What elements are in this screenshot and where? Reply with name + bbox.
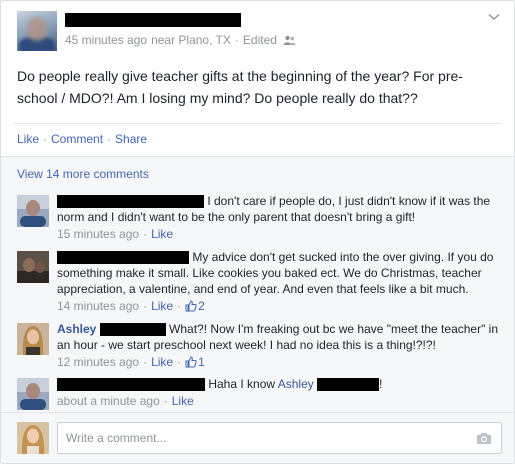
like-count-value: 2 (198, 299, 205, 313)
comment-like-count[interactable]: 2 (185, 298, 205, 314)
comment-like-button[interactable]: Like (151, 298, 173, 314)
camera-icon[interactable] (476, 431, 492, 445)
comment-time[interactable]: about a minute ago (57, 393, 160, 409)
post-header: 45 minutes ago near Plano, TX · Edited (13, 11, 502, 51)
mention-link[interactable]: Ashley (278, 377, 314, 391)
meta-separator: · (143, 299, 148, 313)
comment-body: Haha I know Ashley ! about a minute ago … (57, 376, 502, 409)
comment-meta: 12 minutes ago · Like · 1 (57, 354, 502, 370)
author-avatar[interactable] (17, 11, 57, 51)
commenter-name-redacted[interactable] (57, 251, 189, 265)
divider (13, 123, 502, 124)
divider (1, 412, 514, 413)
comment-input[interactable] (57, 422, 502, 454)
thumbs-up-icon (185, 356, 197, 368)
comment-text-prefix: Haha I know (208, 377, 276, 391)
chevron-down-icon[interactable] (486, 11, 502, 23)
meta-separator: · (234, 33, 239, 47)
comment-like-button[interactable]: Like (151, 226, 173, 242)
commenter-name-redacted[interactable] (57, 378, 205, 392)
divider (1, 156, 514, 157)
comment-like-button[interactable]: Like (151, 354, 173, 370)
meta-separator: · (143, 355, 148, 369)
post-meta: 45 minutes ago near Plano, TX · Edited (65, 33, 296, 47)
post-location[interactable]: near Plano, TX (151, 33, 231, 47)
friends-icon[interactable] (283, 35, 296, 46)
comment-time[interactable]: 14 minutes ago (57, 298, 139, 314)
commenter-name[interactable]: Ashley (57, 322, 96, 336)
author-name-redacted[interactable] (65, 13, 241, 27)
post-timestamp[interactable]: 45 minutes ago (65, 33, 147, 47)
meta-separator: · (163, 394, 168, 408)
commenter-avatar[interactable] (17, 195, 49, 227)
comment-body: I don't care if people do, I just didn't… (57, 193, 502, 242)
comment-time[interactable]: 12 minutes ago (57, 354, 139, 370)
comment-meta: 15 minutes ago · Like (57, 226, 502, 242)
commenter-surname-redacted[interactable] (99, 323, 166, 337)
action-separator: · (43, 132, 48, 146)
thumbs-up-icon (185, 300, 197, 312)
edited-label[interactable]: Edited (243, 33, 277, 47)
comment-button[interactable]: Comment (51, 132, 103, 146)
comment-body: My advice don't get sucked into the over… (57, 249, 502, 314)
viewer-avatar[interactable] (17, 422, 49, 454)
comment-body: Ashley What?! Now I'm freaking out bc we… (57, 321, 502, 370)
action-separator: · (107, 132, 112, 146)
post-card: 45 minutes ago near Plano, TX · Edited D… (0, 0, 515, 464)
comment-like-button[interactable]: Like (172, 393, 194, 409)
comments-section: View 14 more comments I don't care if pe… (1, 156, 514, 463)
like-button[interactable]: Like (17, 132, 39, 146)
post-actions: Like · Comment · Share (17, 132, 147, 146)
comment-meta: 14 minutes ago · Like · 2 (57, 298, 502, 314)
comment-text-suffix: ! (379, 377, 383, 391)
comment-like-count[interactable]: 1 (185, 354, 205, 370)
like-count-value: 1 (198, 355, 205, 369)
commenter-avatar[interactable] (17, 323, 49, 355)
meta-separator: · (177, 299, 182, 313)
commenter-name-redacted[interactable] (57, 195, 204, 209)
mention-surname-redacted[interactable] (317, 378, 380, 392)
commenter-avatar[interactable] (17, 378, 49, 410)
post-text: Do people really give teacher gifts at t… (17, 68, 463, 106)
meta-separator: · (143, 227, 148, 241)
commenter-avatar[interactable] (17, 251, 49, 283)
comment-time[interactable]: 15 minutes ago (57, 226, 139, 242)
view-more-comments-link[interactable]: View 14 more comments (17, 167, 149, 181)
comment-meta: about a minute ago · Like (57, 393, 502, 409)
share-button[interactable]: Share (115, 132, 147, 146)
meta-separator: · (177, 355, 182, 369)
comment-composer (17, 420, 502, 456)
